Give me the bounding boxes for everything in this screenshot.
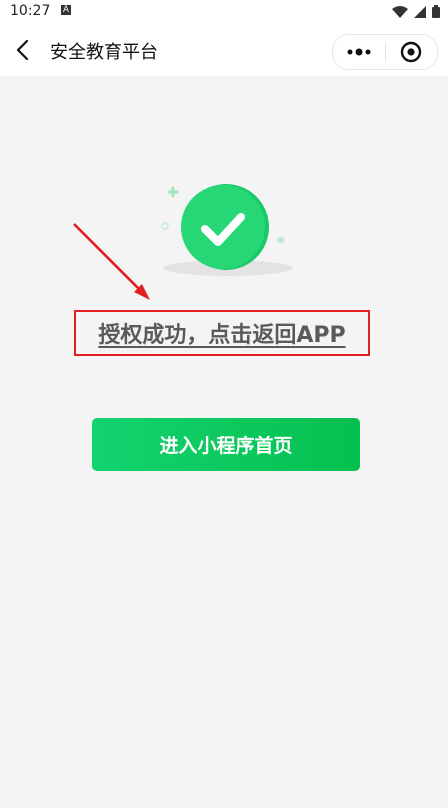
back-button[interactable]: [10, 36, 38, 64]
more-button[interactable]: [333, 35, 385, 69]
notification-icon: A: [61, 5, 71, 15]
battery-icon: [432, 5, 440, 18]
status-bar: 10:27 A: [0, 0, 448, 24]
navigation-bar: 安全教育平台: [0, 24, 448, 76]
status-time: 10:27: [10, 3, 51, 19]
more-dots-icon: [347, 48, 371, 56]
message-highlight-box: 授权成功，点击返回APP: [74, 310, 370, 356]
mini-program-capsule: [332, 34, 438, 70]
return-app-link[interactable]: 授权成功，点击返回APP: [98, 317, 345, 349]
target-circle-icon: [401, 41, 422, 63]
success-check-icon: [161, 184, 293, 276]
page-title: 安全教育平台: [50, 42, 158, 63]
cellular-signal-icon: [414, 5, 426, 18]
arrow-annotation-icon: [73, 223, 150, 300]
chevron-left-icon: [16, 39, 29, 61]
close-mini-program-button[interactable]: [385, 35, 437, 69]
wifi-icon: [392, 5, 408, 18]
status-icons: [392, 5, 440, 18]
enter-mini-program-button[interactable]: 进入小程序首页: [92, 418, 360, 471]
